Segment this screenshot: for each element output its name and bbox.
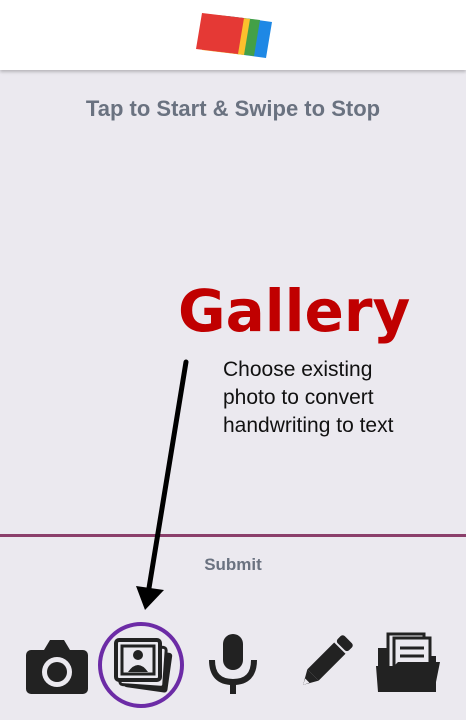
callout-title: Gallery: [178, 277, 411, 345]
callout-description-line: handwriting to text: [223, 414, 394, 437]
microphone-icon: [209, 634, 257, 694]
callout-description-line: Choose existing: [223, 358, 373, 381]
microphone-button[interactable]: [198, 628, 268, 698]
gallery-highlight-ring: [98, 622, 184, 708]
callout-description-line: photo to convert: [223, 386, 374, 409]
submit-button[interactable]: Submit: [0, 555, 466, 575]
files-button[interactable]: [374, 628, 444, 698]
input-divider: [0, 534, 466, 537]
folder-documents-icon: [376, 632, 440, 692]
callout-description: Choose existing photo to convert handwri…: [223, 356, 463, 440]
app-logo-icon: [196, 13, 272, 58]
camera-icon: [26, 640, 88, 694]
top-bar: [0, 0, 466, 70]
camera-button[interactable]: [22, 628, 92, 698]
pencil-icon: [303, 635, 353, 685]
pencil-button[interactable]: [290, 628, 360, 698]
instruction-text: Tap to Start & Swipe to Stop: [85, 96, 381, 121]
